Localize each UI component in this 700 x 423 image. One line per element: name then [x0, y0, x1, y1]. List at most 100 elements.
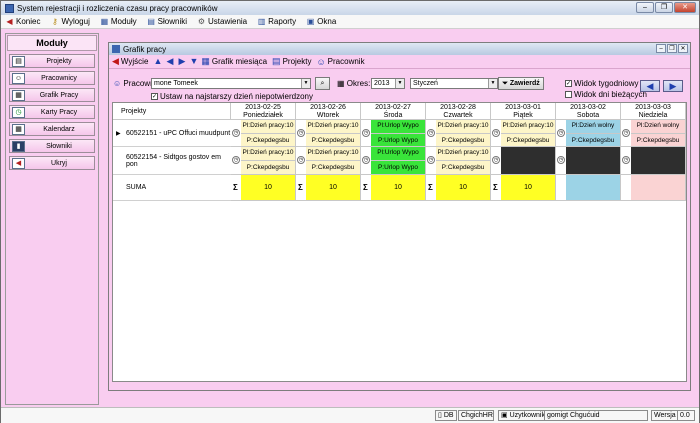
previous-week-button[interactable]: ◀ — [640, 80, 660, 92]
year-chevron-icon[interactable]: ▼ — [395, 79, 404, 88]
weekly-view-checkbox[interactable]: ✓ Widok tygodniowy — [565, 79, 638, 88]
clock-icon: ◷ — [492, 129, 500, 137]
planned-text: Pl:Dzień pracy:10 — [437, 122, 489, 129]
day-column-header: 2013-03-01 Piątek — [491, 103, 556, 120]
actual-text: P:Ckepdegsbu — [241, 133, 295, 145]
menu-okna[interactable]: ▣ Okna — [306, 17, 336, 26]
project-row-label[interactable]: 60522154 - Sidtgos gostov em pon — [113, 147, 231, 175]
module-projekty[interactable]: ▤ Projekty — [9, 54, 95, 68]
planned-text: Pl:Dzień pracy:10 — [437, 149, 489, 156]
chevron-down-icon[interactable]: ▼ — [301, 79, 310, 88]
clock-icon: ◷ — [557, 156, 565, 164]
schedule-cell[interactable]: ◷ Pl:Dzień pracy:10 P:Ckepdegsbu — [426, 120, 491, 147]
set-unfinished-checkbox[interactable]: ✓ Ustaw na najstarszy dzień niepotwierdzo… — [151, 92, 313, 101]
sigma-icon: Σ — [298, 183, 303, 192]
schedule-cell[interactable]: ◷ Pl:Urlop Wypo P:Urlop Wypo — [361, 147, 426, 175]
user-icon: ▣ — [501, 412, 508, 419]
sum-value: 10 — [459, 184, 467, 191]
restore-icon[interactable]: ❐ — [655, 2, 673, 13]
exit-button[interactable]: ◀ Wyjście — [112, 56, 148, 67]
sigma-icon: Σ — [363, 183, 368, 192]
module-ukryj[interactable]: ◀ Ukryj — [9, 156, 95, 170]
grid-icon: ▦ — [201, 56, 210, 66]
current-days-checkbox[interactable]: Widok dni bieżących — [565, 90, 647, 99]
menu-wyloguj[interactable]: ⚷ Wyloguj — [50, 17, 90, 26]
schedule-cell[interactable]: ◷ — [556, 147, 621, 175]
schedule-icon: ▦ — [12, 90, 25, 101]
clock-icon: ◷ — [12, 107, 25, 118]
db-icon: ▯ — [438, 412, 442, 419]
user-label: ▣ Uzytkownik — [498, 410, 548, 421]
arrow-left-icon[interactable]: ◀ — [165, 57, 174, 66]
sum-cell: Σ 10 — [296, 175, 361, 201]
sum-cell: Σ 10 — [231, 175, 296, 201]
arrow-down-icon[interactable]: ▼ — [189, 57, 198, 66]
day-column-header: 2013-02-25 Poniedziałek — [231, 103, 296, 120]
actual-text: P:Ckepdegsbu — [631, 133, 685, 145]
project-row-label[interactable]: ▶ 60522151 - uPC Offuci muudpunt — [113, 120, 231, 147]
schedule-cell[interactable]: ◷ Pl:Urlop Wypo P:Urlop Wypo — [361, 120, 426, 147]
menu-moduly[interactable]: ▦ Moduły — [100, 17, 137, 26]
actual-text: P:Ckepdegsbu — [566, 133, 620, 145]
sigma-icon: Σ — [428, 183, 433, 192]
menu-raporty[interactable]: ▥ Raporty — [257, 17, 296, 26]
schedule-cell[interactable]: ◷ Pl:Dzień pracy:10 P:Ckepdegsbu — [231, 120, 296, 147]
reports-icon: ▥ — [257, 17, 266, 26]
menu-ustawienia[interactable]: ⚙ Ustawienia — [197, 17, 247, 26]
module-grafik-pracy[interactable]: ▦ Grafik Pracy — [9, 88, 95, 102]
planned-text: Pl:Dzień pracy:10 — [242, 149, 294, 156]
version-label: Wersja — [651, 410, 679, 421]
menu-slowniki[interactable]: ▤ Słowniki — [147, 17, 187, 26]
month-select[interactable]: Styczeń ▼ — [410, 78, 498, 89]
apply-button[interactable]: ⏷ Zawierdź — [498, 77, 544, 90]
planned-text: Pl:Urlop Wypo — [377, 149, 419, 156]
arrow-up-icon[interactable]: ▲ — [153, 57, 162, 66]
module-pracownicy[interactable]: ☺ Pracownicy — [9, 71, 95, 85]
child-restore-icon[interactable]: ❐ — [667, 44, 677, 53]
arrow-next-icon: ▶ — [669, 81, 677, 91]
schedule-window-title: Grafik pracy — [123, 44, 167, 54]
arrow-prev-icon: ◀ — [646, 81, 654, 91]
module-kalendarz[interactable]: ▦ Kalendarz — [9, 122, 95, 136]
actual-text: P:Ckepdegsbu — [241, 160, 295, 172]
child-minimize-icon[interactable]: – — [656, 44, 666, 53]
binoculars-icon: ⌕ — [320, 79, 325, 87]
schedule-cell[interactable]: ◷ Pl:Dzień pracy:10 P:Ckepdegsbu — [296, 120, 361, 147]
year-select[interactable]: 2013 ▼ — [371, 78, 405, 89]
employee-select[interactable]: mone Tomeek ▼ — [151, 78, 311, 89]
sum-cell — [556, 175, 621, 201]
schedule-cell[interactable]: ◷ Pl:Dzień wolny P:Ckepdegsbu — [621, 120, 686, 147]
child-close-icon[interactable]: ✕ — [678, 44, 688, 53]
module-slowniki[interactable]: ▮ Słowniki — [9, 139, 95, 153]
menu-koniec[interactable]: ◀ Koniec — [5, 17, 40, 26]
month-schedule-button[interactable]: ▦ Grafik miesiąca — [201, 56, 267, 67]
window-title: System rejestracji i rozliczenia czasu p… — [17, 3, 218, 13]
planned-text: Pl:Dzień pracy:10 — [242, 122, 294, 129]
next-week-button[interactable]: ▶ — [663, 80, 683, 92]
schedule-cell[interactable]: ◷ Pl:Dzień pracy:10 P:Ckepdegsbu — [296, 147, 361, 175]
projects-icon: ▤ — [12, 56, 25, 67]
schedule-cell[interactable]: ◷ Pl:Dzień pracy:10 P:Ckepdegsbu — [491, 120, 556, 147]
sigma-icon: Σ — [493, 183, 498, 192]
schedule-cell[interactable]: ◷ Pl:Dzień pracy:10 P:Ckepdegsbu — [231, 147, 296, 175]
version-value: 0.0 — [677, 410, 695, 421]
period-label: ▦ Okres: — [337, 79, 371, 88]
schedule-cell[interactable]: ◷ Pl:Dzień wolny P:Ckepdegsbu — [556, 120, 621, 147]
schedule-toolbar: ◀ Wyjście ▲ ◀ ▶ ▼ ▦ Grafik miesiąca ▤ Proje… — [109, 55, 690, 69]
schedule-cell[interactable]: ◷ — [491, 147, 556, 175]
arrow-right-icon[interactable]: ▶ — [177, 57, 186, 66]
sum-row-label: SUMA — [113, 175, 231, 201]
search-employee-button[interactable]: ⌕ — [315, 77, 330, 90]
employee-button[interactable]: ☺ Pracownik — [316, 57, 364, 67]
sum-value: 10 — [524, 184, 532, 191]
schedule-window-icon — [112, 45, 120, 53]
close-icon[interactable]: ✕ — [674, 2, 696, 13]
month-chevron-icon[interactable]: ▼ — [488, 79, 497, 88]
clock-icon: ◷ — [622, 156, 630, 164]
schedule-cell[interactable]: ◷ Pl:Dzień pracy:10 P:Ckepdegsbu — [426, 147, 491, 175]
projects-button[interactable]: ▤ Projekty — [272, 56, 311, 67]
module-karty-pracy[interactable]: ◷ Karty Pracy — [9, 105, 95, 119]
minimize-icon[interactable]: – — [636, 2, 654, 13]
db-label: ▯ DB — [435, 410, 457, 421]
schedule-cell[interactable]: ◷ — [621, 147, 686, 175]
